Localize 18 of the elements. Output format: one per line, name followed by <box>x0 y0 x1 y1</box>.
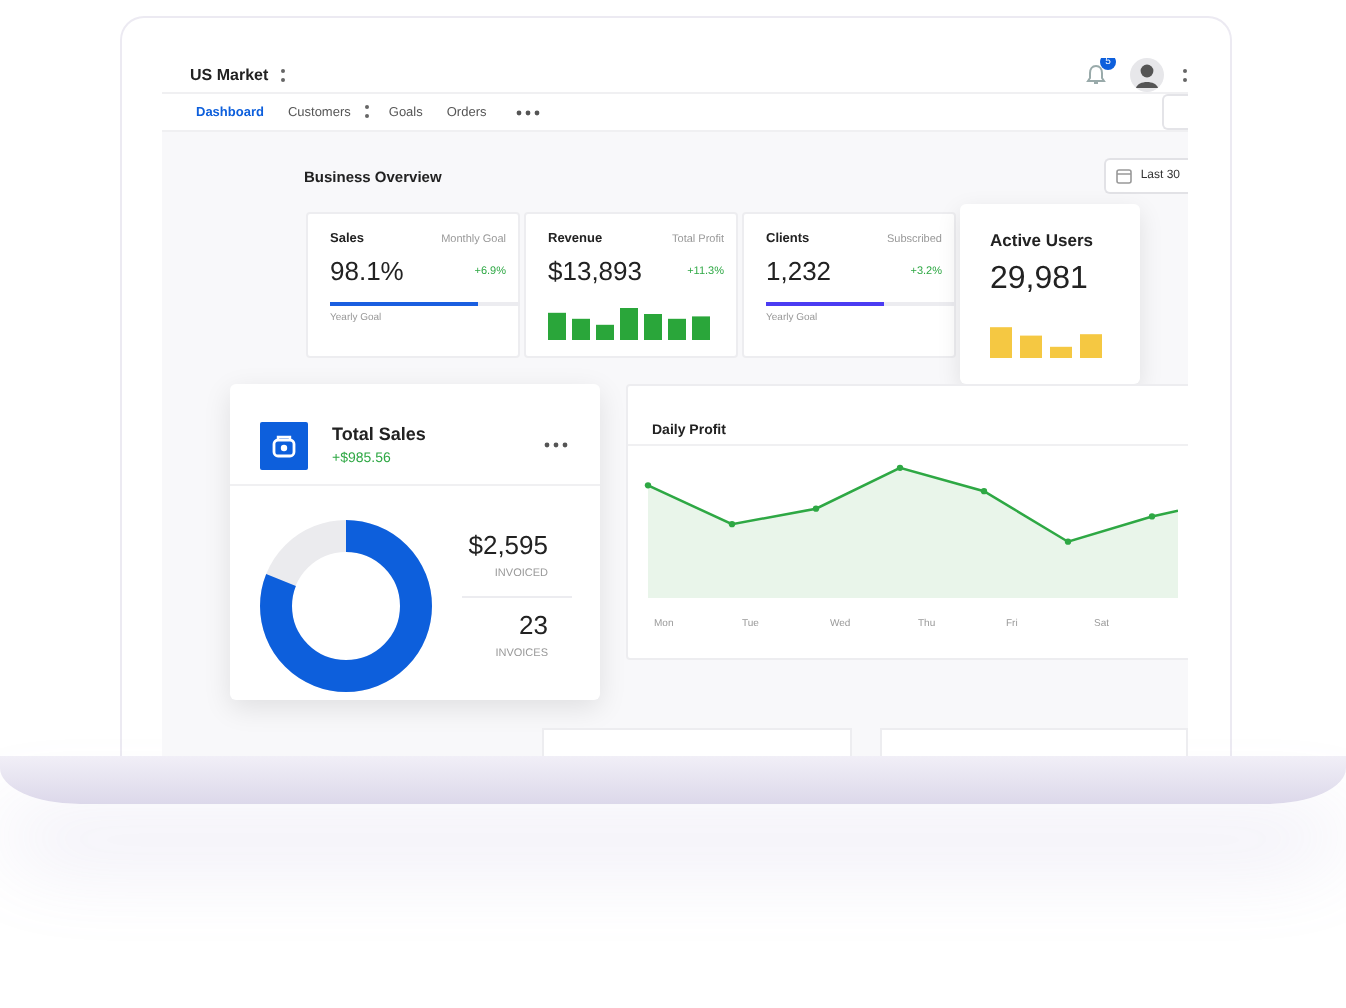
bell-icon[interactable] <box>1086 64 1106 86</box>
wallet-icon <box>260 421 308 469</box>
more-icon[interactable] <box>544 442 568 448</box>
stat-value: 23 <box>519 610 548 640</box>
avatar-icon[interactable] <box>1130 58 1164 92</box>
card-value: 1,232 <box>766 256 832 286</box>
stat-value: $2,595 <box>468 530 548 560</box>
dropdown-icon[interactable] <box>280 67 287 83</box>
more-icon[interactable] <box>516 109 541 115</box>
dropdown-icon[interactable] <box>364 104 371 120</box>
menu-icon[interactable] <box>1182 67 1188 83</box>
calendar-icon <box>1116 168 1133 184</box>
card-title: Active Users <box>990 230 1096 250</box>
card-value: 98.1% <box>330 256 404 286</box>
market-selector[interactable]: US Market <box>190 66 269 84</box>
card-value: $13,893 <box>548 256 642 286</box>
card-title: Total Sales <box>332 424 426 444</box>
card-value: 29,981 <box>990 262 1090 298</box>
